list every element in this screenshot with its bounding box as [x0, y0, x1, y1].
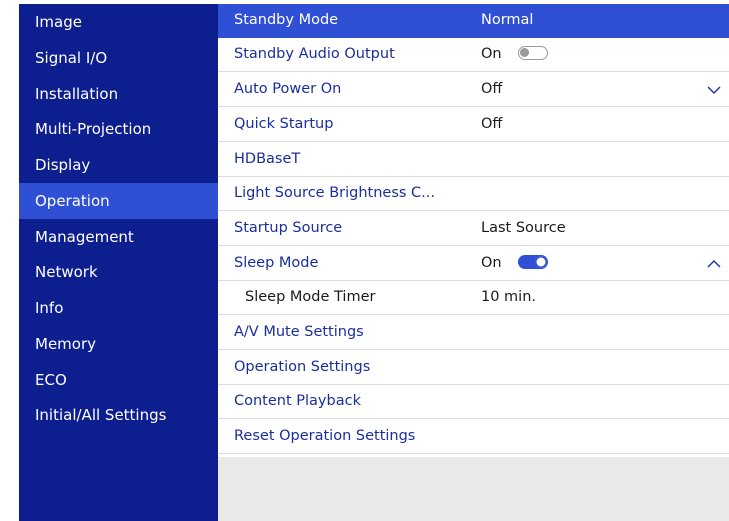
sidebar-item-info[interactable]: Info [19, 290, 218, 326]
projector-menu: Image Signal I/O Installation Multi-Proj… [19, 4, 729, 521]
sidebar-item-network[interactable]: Network [19, 254, 218, 290]
setting-value: Off [481, 116, 503, 132]
setting-row-quick-startup[interactable]: Quick Startup Off [218, 108, 729, 142]
sidebar-item-memory[interactable]: Memory [19, 326, 218, 362]
setting-value: 10 min. [481, 289, 537, 305]
setting-label: Quick Startup [234, 116, 334, 132]
setting-label: Content Playback [234, 393, 361, 409]
setting-label: Sleep Mode [234, 255, 319, 271]
chevron-down-icon[interactable] [707, 83, 721, 97]
chevron-up-icon[interactable] [707, 257, 721, 271]
setting-value: On [481, 255, 502, 271]
sidebar-item-image[interactable]: Image [19, 4, 218, 40]
setting-label: Startup Source [234, 220, 343, 236]
setting-row-av-mute-settings[interactable]: A/V Mute Settings [218, 316, 729, 350]
setting-row-standby-mode[interactable]: Standby Mode Normal [218, 4, 729, 38]
setting-label: Auto Power On [234, 81, 342, 97]
sidebar-item-multi-projection[interactable]: Multi-Projection [19, 111, 218, 147]
setting-row-content-playback[interactable]: Content Playback [218, 385, 729, 419]
toggle-knob [519, 48, 529, 57]
setting-label: Operation Settings [234, 359, 371, 375]
setting-label: Standby Audio Output [234, 46, 395, 62]
setting-value-container: On [481, 38, 548, 72]
settings-list: Standby Mode Normal Standby Audio Output… [218, 4, 729, 457]
setting-row-auto-power-on[interactable]: Auto Power On Off [218, 73, 729, 107]
sidebar-item-initial-all-settings[interactable]: Initial/All Settings [19, 397, 218, 433]
setting-value: Last Source [481, 220, 566, 236]
setting-label: Reset Operation Settings [234, 428, 416, 444]
settings-panel: Standby Mode Normal Standby Audio Output… [218, 4, 729, 521]
setting-label: Sleep Mode Timer [245, 289, 376, 305]
sidebar-item-display[interactable]: Display [19, 147, 218, 183]
setting-label: HDBaseT [234, 151, 301, 167]
sidebar-item-operation[interactable]: Operation [19, 183, 218, 219]
setting-row-reset-operation-settings[interactable]: Reset Operation Settings [218, 420, 729, 454]
toggle-switch-icon[interactable] [517, 255, 548, 269]
setting-label: Light Source Brightness C... [234, 185, 436, 201]
setting-value: On [481, 46, 502, 62]
sidebar-item-management[interactable]: Management [19, 219, 218, 255]
setting-row-standby-audio-output[interactable]: Standby Audio Output On [218, 38, 729, 72]
setting-row-sleep-mode[interactable]: Sleep Mode On [218, 247, 729, 281]
setting-row-sleep-mode-timer[interactable]: Sleep Mode Timer 10 min. [218, 281, 729, 315]
setting-value: Off [481, 81, 503, 97]
sidebar-item-installation[interactable]: Installation [19, 76, 218, 112]
setting-row-operation-settings[interactable]: Operation Settings [218, 351, 729, 385]
sidebar: Image Signal I/O Installation Multi-Proj… [19, 4, 218, 521]
setting-row-light-source-brightness[interactable]: Light Source Brightness C... [218, 177, 729, 211]
setting-label: A/V Mute Settings [234, 324, 364, 340]
sidebar-item-signal-io[interactable]: Signal I/O [19, 40, 218, 76]
toggle-knob [534, 256, 547, 268]
setting-row-hdbaset[interactable]: HDBaseT [218, 143, 729, 177]
sidebar-item-eco[interactable]: ECO [19, 362, 218, 398]
setting-label: Standby Mode [234, 12, 339, 28]
setting-value-container: On [481, 247, 548, 281]
setting-value: Normal [481, 12, 534, 28]
toggle-switch-icon[interactable] [517, 46, 548, 60]
setting-row-startup-source[interactable]: Startup Source Last Source [218, 212, 729, 246]
